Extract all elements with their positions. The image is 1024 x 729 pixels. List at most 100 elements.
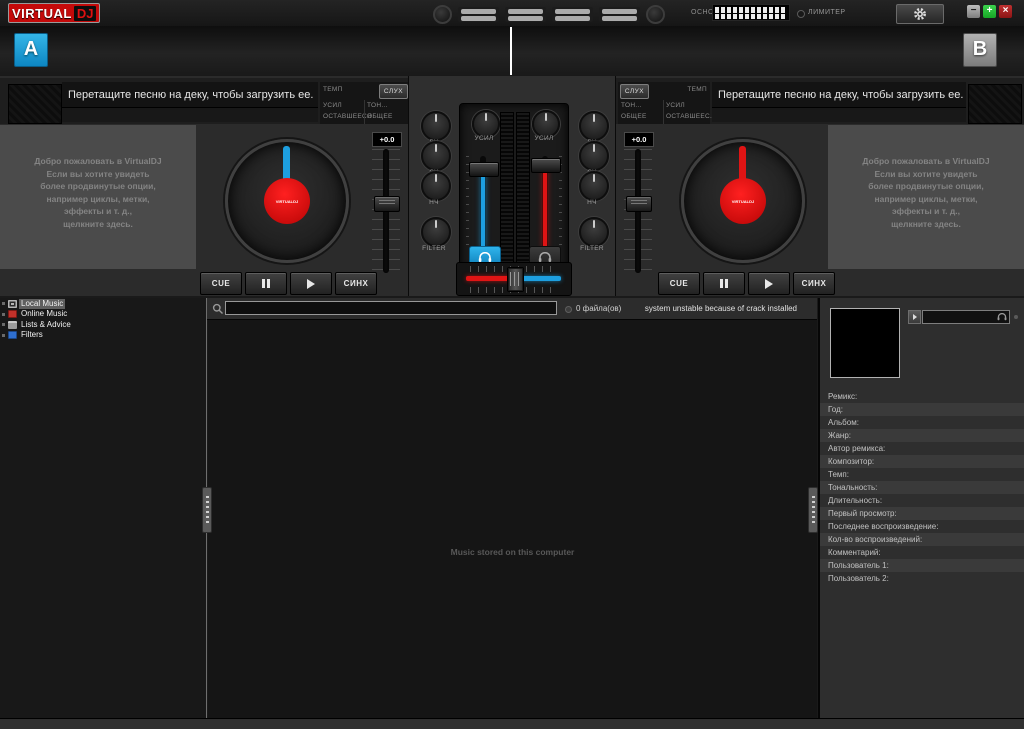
field-comment[interactable]: Комментарий: — [820, 546, 1024, 559]
right-led-button[interactable] — [646, 5, 665, 24]
left-splitter-handle[interactable] — [202, 487, 212, 533]
field-user2[interactable]: Пользователь 2: — [820, 572, 1024, 585]
deck-a-eq-high-knob[interactable] — [421, 111, 451, 141]
rhythm-center-marker — [510, 27, 512, 75]
field-remixer[interactable]: Автор ремикса: — [820, 442, 1024, 455]
deck-b-volume-handle[interactable] — [531, 158, 561, 173]
expander-dot[interactable] — [2, 302, 5, 305]
crossfader[interactable] — [456, 262, 572, 296]
search-input[interactable] — [225, 301, 557, 315]
expander-dot[interactable] — [2, 313, 5, 316]
layout-button-3[interactable] — [552, 7, 593, 22]
field-play-count[interactable]: Кол-во воспроизведений: — [820, 533, 1024, 546]
cue-button[interactable]: CUE — [658, 272, 700, 295]
field-user1[interactable]: Пользователь 1: — [820, 559, 1024, 572]
deck-b-drop-zone[interactable]: Перетащите песню на деку, чтобы загрузит… — [712, 82, 966, 108]
rhythm-waveform-strip: A B — [0, 26, 1024, 78]
crossfader-handle[interactable] — [507, 267, 524, 292]
search-icon[interactable] — [212, 303, 224, 315]
preview-play-button[interactable] — [908, 310, 921, 324]
deck-a-pitch-fader[interactable] — [372, 149, 400, 273]
settings-button[interactable] — [896, 4, 944, 24]
headphone-icon — [538, 252, 552, 263]
close-button[interactable]: × — [999, 5, 1012, 18]
window-layout-controls — [433, 5, 665, 24]
mixer: ВЧ СЧ НЧ FILTER ВЧ СЧ НЧ FILTER УСИЛ УСИ… — [408, 76, 616, 296]
key-button[interactable]: СЛУХ — [620, 84, 649, 99]
sidebar-item-filters[interactable]: Filters — [0, 330, 206, 340]
bottom-strip — [0, 718, 1024, 729]
tempo-label: ТЕМП — [323, 86, 343, 93]
layout-button-1[interactable] — [458, 7, 499, 22]
key-button[interactable]: СЛУХ — [379, 84, 408, 99]
maximize-button[interactable]: + — [983, 5, 996, 18]
deck-b-jog-wheel[interactable]: VIRTUALDJ — [681, 139, 805, 263]
field-remix[interactable]: Ремикс: — [820, 390, 1024, 403]
jog-hub: VIRTUALDJ — [720, 178, 766, 224]
field-first-seen[interactable]: Первый просмотр: — [820, 507, 1024, 520]
deck-b-eq-high-knob[interactable] — [579, 111, 609, 141]
logo-virtual-text: VIRTUAL — [12, 6, 72, 21]
deck-b-pitch-fader[interactable] — [624, 149, 652, 273]
preview-progress-bar[interactable] — [922, 310, 1010, 324]
deck-a-filter-knob[interactable] — [421, 217, 451, 247]
deck-a-drop-zone[interactable]: Перетащите песню на деку, чтобы загрузит… — [62, 82, 318, 108]
field-composer[interactable]: Композитор: — [820, 455, 1024, 468]
headphone-icon — [997, 313, 1007, 321]
cue-button[interactable]: CUE — [200, 272, 242, 295]
file-count: 0 файла(ов) — [576, 304, 621, 313]
sync-button[interactable]: СИНХ — [335, 272, 377, 295]
sync-button[interactable]: СИНХ — [793, 272, 835, 295]
info-divider — [663, 100, 664, 124]
field-length[interactable]: Длительность: — [820, 494, 1024, 507]
jog-hub-text: VIRTUALDJ — [732, 199, 754, 204]
sidebar-item-local-music[interactable]: Local Music — [0, 299, 206, 309]
play-button[interactable] — [290, 272, 332, 295]
sidebar-item-lists-advice[interactable]: Lists & Advice — [0, 320, 206, 330]
field-album[interactable]: Альбом: — [820, 416, 1024, 429]
pause-button[interactable] — [703, 272, 745, 295]
layout-button-2[interactable] — [505, 7, 546, 22]
deck-a-jog-wheel[interactable]: VIRTUALDJ — [225, 139, 349, 263]
file-list[interactable]: Music stored on this computer — [208, 320, 817, 718]
limiter-led[interactable] — [797, 10, 805, 18]
pause-button[interactable] — [245, 272, 287, 295]
field-genre[interactable]: Жанр: — [820, 429, 1024, 442]
deck-b-filter-knob[interactable] — [579, 217, 609, 247]
right-splitter-handle[interactable] — [808, 487, 818, 533]
deck-a-volume-handle[interactable] — [469, 162, 499, 177]
deck-a: Перетащите песню на деку, чтобы загрузит… — [0, 76, 408, 296]
deck-a-eq-mid-knob[interactable] — [421, 141, 451, 171]
pitch-fader-handle[interactable] — [374, 196, 400, 212]
deck-a-eq-low-knob[interactable] — [421, 171, 451, 201]
deck-b-transport: CUE СИНХ — [658, 272, 835, 295]
total-label: ОБЩЕЕ — [367, 113, 393, 120]
pitch-fader-handle[interactable] — [626, 196, 652, 212]
layout-button-4[interactable] — [599, 7, 640, 22]
field-year[interactable]: Год: — [820, 403, 1024, 416]
deck-b-eq-low-knob[interactable] — [579, 171, 609, 201]
deck-b-info-panel: СЛУХ ТЕМП ТОН... УСИЛ ОБЩЕЕ ОСТАВШЕЕС... — [618, 82, 710, 124]
deck-a-gain-knob[interactable] — [472, 110, 500, 138]
expander-dot[interactable] — [2, 334, 5, 337]
left-led-button[interactable] — [433, 5, 452, 24]
expander-dot[interactable] — [2, 323, 5, 326]
play-icon — [307, 279, 315, 289]
deck-b-welcome-link[interactable]: Добро пожаловать в VirtualDJ Если вы хот… — [828, 125, 1024, 269]
online-music-icon — [8, 310, 17, 318]
field-key[interactable]: Тональность: — [820, 481, 1024, 494]
eq-low-label: НЧ — [414, 199, 454, 206]
field-bpm[interactable]: Темп: — [820, 468, 1024, 481]
pause-icon — [262, 279, 270, 288]
play-icon — [765, 279, 773, 289]
sidebar-item-online-music[interactable]: Online Music — [0, 309, 206, 319]
minimize-button[interactable]: − — [967, 5, 980, 18]
play-button[interactable] — [748, 272, 790, 295]
gain-label: УСИЛ — [524, 135, 564, 142]
deck-a-button[interactable]: A — [14, 33, 48, 67]
deck-b-button[interactable]: B — [963, 33, 997, 67]
field-last-play[interactable]: Последнее воспроизведение: — [820, 520, 1024, 533]
deck-b-gain-knob[interactable] — [532, 110, 560, 138]
deck-b-eq-mid-knob[interactable] — [579, 141, 609, 171]
deck-a-welcome-link[interactable]: Добро пожаловать в VirtualDJ Если вы хот… — [0, 125, 196, 269]
